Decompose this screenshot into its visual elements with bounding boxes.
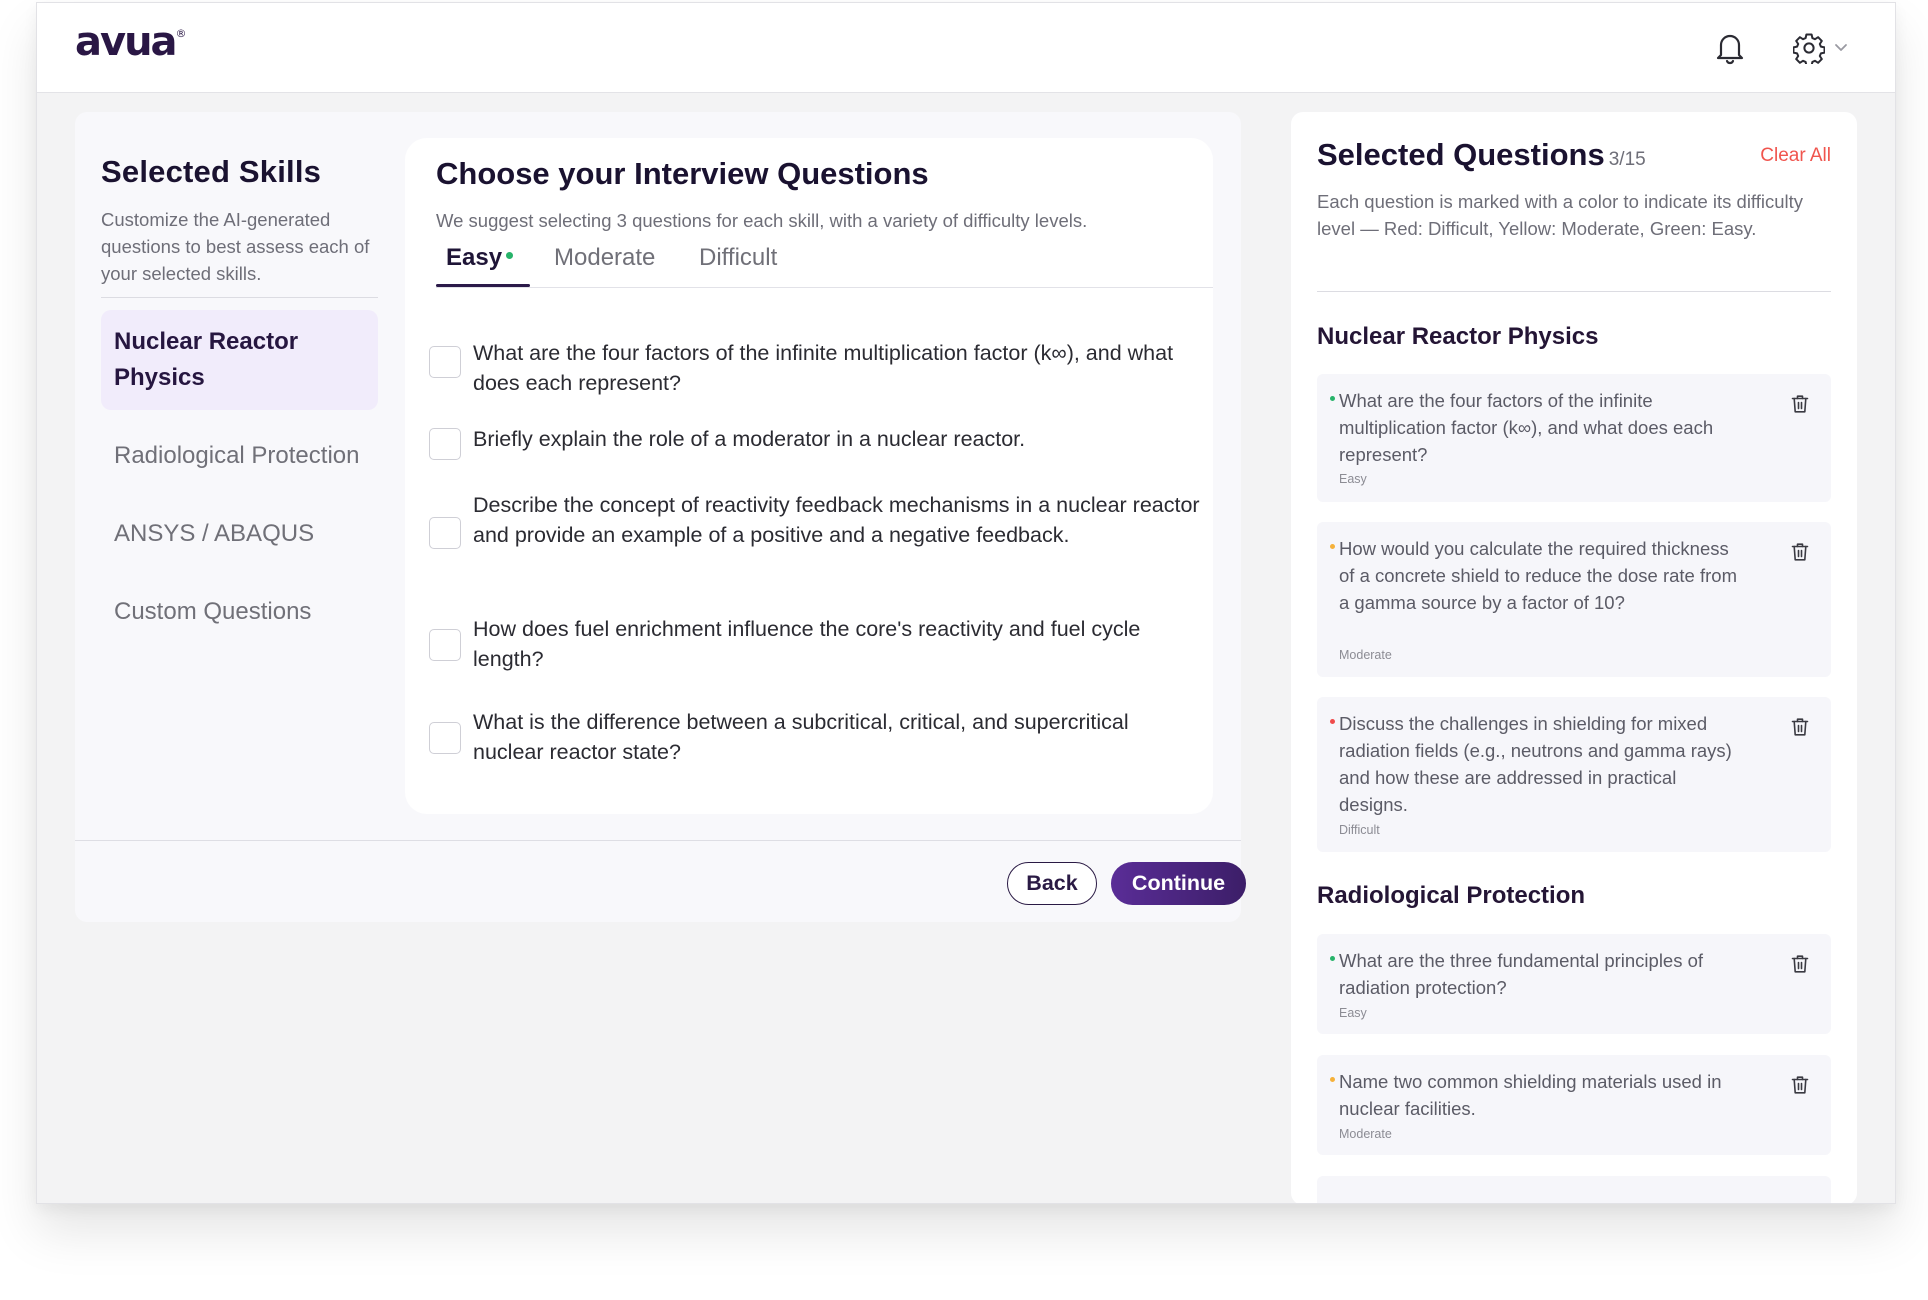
selected-question-text: Discuss the challenges in shielding for … xyxy=(1339,713,1732,815)
selected-question-card: How would you calculate the required thi… xyxy=(1317,522,1831,677)
question-checkbox[interactable] xyxy=(429,346,461,378)
section-title-nuclear-reactor-physics: Nuclear Reactor Physics xyxy=(1317,323,1599,350)
skills-title: Selected Skills xyxy=(101,154,322,189)
questions-title: Choose your Interview Questions xyxy=(436,156,929,191)
selected-question-card: Name two common shielding materials used… xyxy=(1317,1055,1831,1155)
tabs-divider xyxy=(436,287,1213,288)
skills-panel: Selected Skills Customize the AI-generat… xyxy=(101,154,378,658)
bell-icon[interactable] xyxy=(1715,31,1745,65)
chevron-down-icon[interactable] xyxy=(1834,43,1848,53)
questions-card: Choose your Interview Questions We sugge… xyxy=(405,138,1213,814)
selected-questions-panel: Selected Questions 3/15 Clear All Each qu… xyxy=(1291,112,1857,1203)
selected-question-card: What are the three fundamental principle… xyxy=(1317,934,1831,1034)
difficulty-label: Difficult xyxy=(1339,823,1380,837)
difficulty-label: Easy xyxy=(1339,1006,1367,1020)
tab-moderate[interactable]: Moderate xyxy=(554,244,655,272)
question-checkbox[interactable] xyxy=(429,722,461,754)
trash-icon[interactable] xyxy=(1791,954,1809,974)
skills-description: Customize the AI-generated questions to … xyxy=(101,209,370,284)
trash-icon[interactable] xyxy=(1791,394,1809,414)
question-checkbox[interactable] xyxy=(429,428,461,460)
trash-icon[interactable] xyxy=(1791,1075,1809,1095)
question-text: Describe the concept of reactivity feedb… xyxy=(473,493,1200,547)
difficulty-label: Easy xyxy=(1339,472,1367,486)
difficulty-dot-moderate xyxy=(1330,544,1335,549)
difficulty-tabs: Easy Moderate Difficult xyxy=(436,244,1213,284)
app-window: avua® Selected Skills Customize the AI-g… xyxy=(36,2,1896,1204)
selected-description: Each question is marked with a color to … xyxy=(1317,191,1804,239)
active-tab-underline xyxy=(436,284,530,287)
questions-subtitle: We suggest selecting 3 questions for eac… xyxy=(436,210,1088,231)
difficulty-dot-easy xyxy=(1330,396,1335,401)
question-checkbox[interactable] xyxy=(429,517,461,549)
divider xyxy=(1317,291,1831,292)
selected-count: 3/15 xyxy=(1608,149,1646,170)
continue-button[interactable]: Continue xyxy=(1111,862,1246,905)
selected-question-text: How would you calculate the required thi… xyxy=(1339,538,1737,613)
selected-question-text: What are the three fundamental principle… xyxy=(1339,950,1704,998)
difficulty-label: Moderate xyxy=(1339,1127,1392,1141)
difficulty-dot-difficult xyxy=(1330,719,1335,724)
question-checkbox[interactable] xyxy=(429,629,461,661)
clear-all-link[interactable]: Clear All xyxy=(1760,145,1831,167)
selected-questions-title: Selected Questions 3/15 xyxy=(1317,137,1646,172)
avua-logo[interactable]: avua® xyxy=(75,19,187,65)
gear-icon[interactable] xyxy=(1793,32,1825,64)
skill-item-custom-questions[interactable]: Custom Questions xyxy=(101,580,378,644)
top-bar: avua® xyxy=(37,3,1895,93)
back-button[interactable]: Back xyxy=(1007,862,1097,905)
selected-question-text: Name two common shielding materials used… xyxy=(1339,1071,1722,1119)
selected-question-text: What are the four factors of the infinit… xyxy=(1339,390,1714,465)
question-text: What are the four factors of the infinit… xyxy=(473,341,1174,395)
skill-list: Nuclear Reactor Physics Radiological Pro… xyxy=(101,310,378,644)
trash-icon[interactable] xyxy=(1791,717,1809,737)
skill-item-ansys-abaqus[interactable]: ANSYS / ABAQUS xyxy=(101,502,378,566)
easy-indicator-dot xyxy=(506,252,514,260)
skill-item-radiological-protection[interactable]: Radiological Protection xyxy=(101,424,378,488)
difficulty-dot-easy xyxy=(1330,956,1335,961)
footer-divider xyxy=(75,840,1241,841)
tab-easy[interactable]: Easy xyxy=(446,244,514,272)
question-builder-card: Selected Skills Customize the AI-generat… xyxy=(75,112,1246,922)
question-text: What is the difference between a subcrit… xyxy=(473,710,1129,764)
difficulty-dot-moderate xyxy=(1330,1077,1335,1082)
difficulty-label: Moderate xyxy=(1339,648,1392,662)
selected-question-card: Discuss the challenges in shielding for … xyxy=(1317,697,1831,852)
selected-question-card-partial xyxy=(1317,1176,1831,1203)
divider xyxy=(101,297,378,298)
section-title-radiological-protection: Radiological Protection xyxy=(1317,882,1586,909)
question-text: Briefly explain the role of a moderator … xyxy=(473,427,1026,451)
selected-question-card: What are the four factors of the infinit… xyxy=(1317,374,1831,502)
skill-item-nuclear-reactor-physics[interactable]: Nuclear Reactor Physics xyxy=(101,310,378,410)
tab-difficult[interactable]: Difficult xyxy=(699,244,777,272)
question-text: How does fuel enrichment influence the c… xyxy=(473,617,1141,671)
trash-icon[interactable] xyxy=(1791,542,1809,562)
